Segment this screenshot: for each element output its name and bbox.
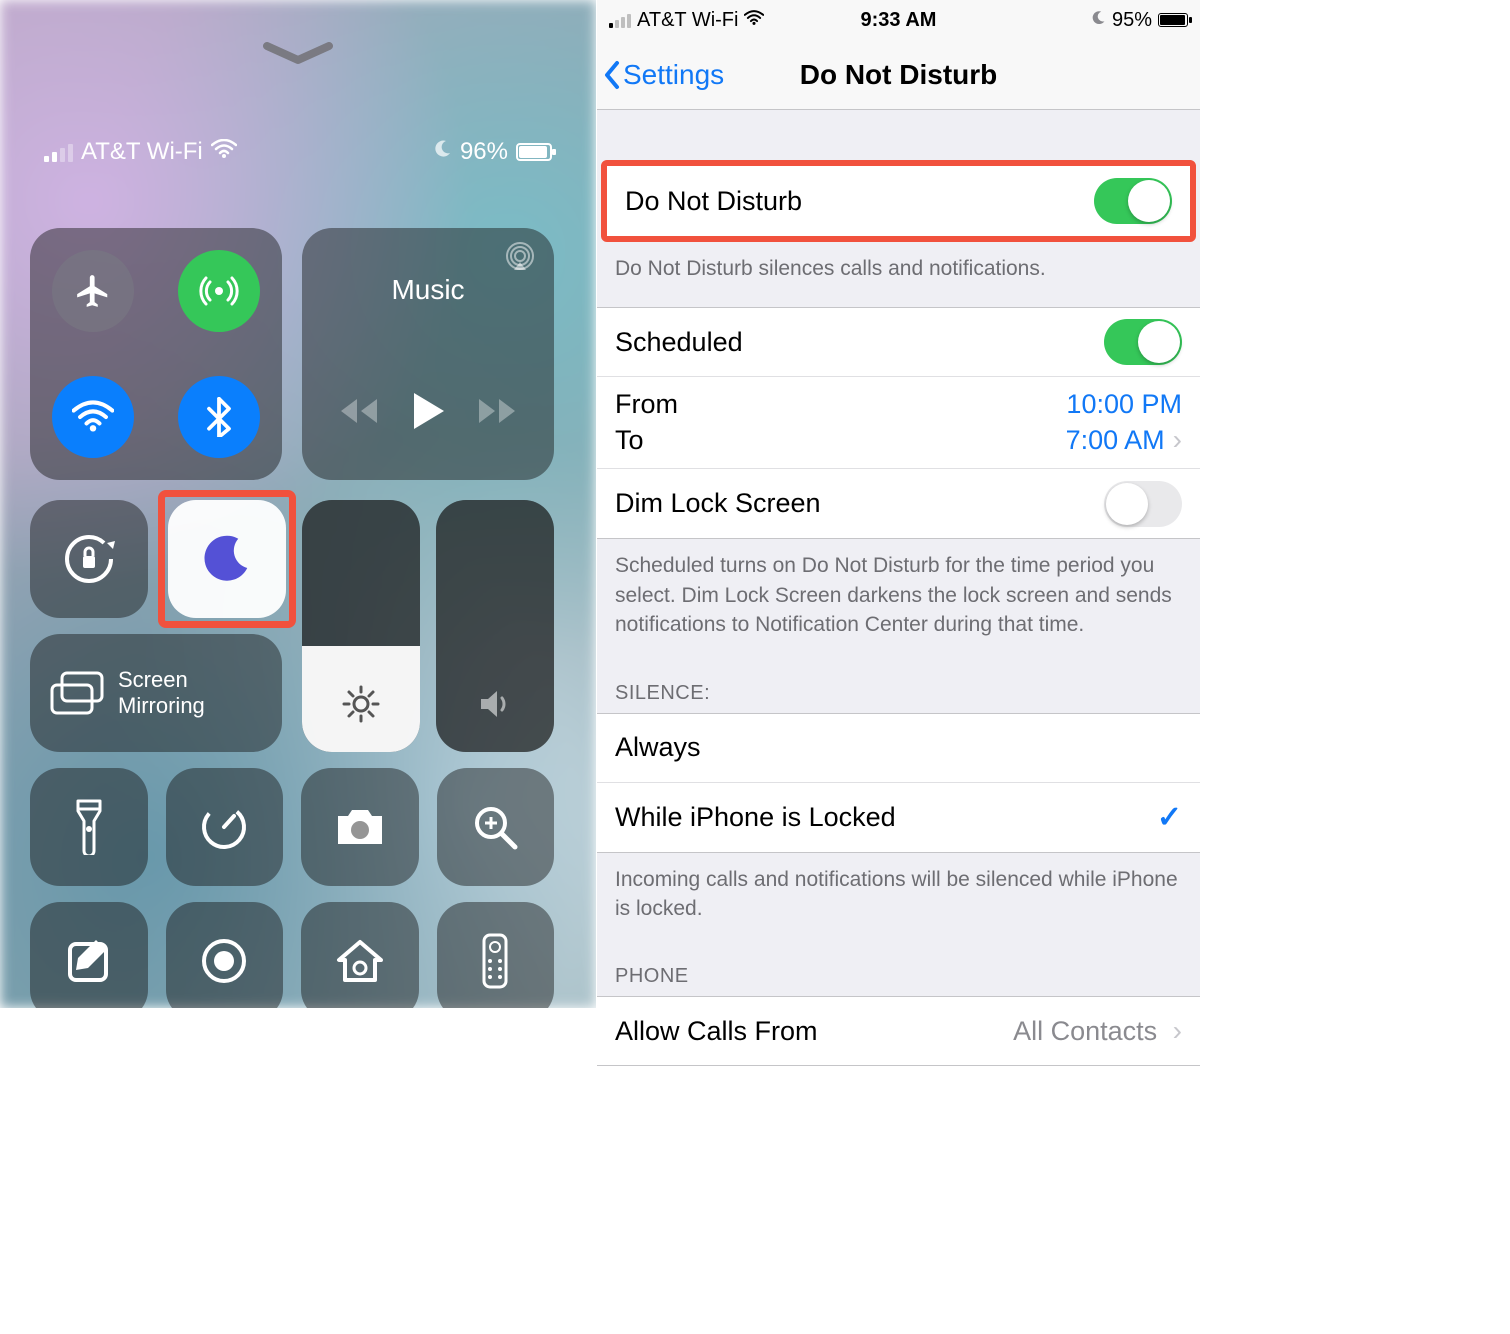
settings-screenshot: AT&T Wi-Fi 9:33 AM 95% Settings Do Not D… xyxy=(596,0,1200,1008)
airplay-icon[interactable] xyxy=(504,242,536,279)
to-label: To xyxy=(615,425,644,456)
scheduled-cell[interactable]: Scheduled xyxy=(597,307,1200,377)
allow-calls-cell[interactable]: Allow Calls From All Contacts › xyxy=(597,996,1200,1066)
checkmark-icon: ✓ xyxy=(1157,800,1182,835)
flashlight-button[interactable] xyxy=(30,768,148,886)
dim-lock-screen-cell[interactable]: Dim Lock Screen xyxy=(597,469,1200,539)
play-icon[interactable] xyxy=(410,391,446,436)
cc-collapse-chevron-icon[interactable] xyxy=(30,0,566,68)
moon-icon xyxy=(1090,9,1106,32)
phone-header: PHONE xyxy=(597,947,1200,996)
screen-mirroring-label-2: Mirroring xyxy=(118,693,205,719)
sun-icon xyxy=(302,684,420,724)
dnd-switch[interactable] xyxy=(1094,178,1172,224)
scheduled-label: Scheduled xyxy=(615,327,743,358)
silence-footer: Incoming calls and notifications will be… xyxy=(597,853,1200,948)
chevron-left-icon xyxy=(603,60,621,90)
screen-mirroring-label-1: Screen xyxy=(118,667,205,693)
silence-header: SILENCE: xyxy=(597,664,1200,713)
magnifier-button[interactable] xyxy=(437,768,555,886)
cellular-data-button[interactable] xyxy=(178,250,260,332)
control-center-screenshot: AT&T Wi-Fi 96% xyxy=(0,0,596,1008)
silence-locked-label: While iPhone is Locked xyxy=(615,802,896,833)
status-bar: AT&T Wi-Fi 9:33 AM 95% xyxy=(597,0,1200,40)
back-label: Settings xyxy=(623,59,724,91)
dnd-highlight-box: Do Not Disturb xyxy=(601,160,1196,242)
speaker-icon xyxy=(436,684,554,724)
fast-forward-icon[interactable] xyxy=(477,397,517,430)
notes-button[interactable] xyxy=(30,902,148,1008)
screen-mirroring-icon xyxy=(50,671,104,715)
silence-locked-cell[interactable]: While iPhone is Locked ✓ xyxy=(597,783,1200,853)
from-label: From xyxy=(615,389,678,420)
dim-label: Dim Lock Screen xyxy=(615,488,821,519)
orientation-lock-button[interactable] xyxy=(30,500,148,618)
to-value: 7:00 AM xyxy=(1066,425,1165,456)
battery-icon xyxy=(516,143,552,161)
battery-percent: 96% xyxy=(460,138,508,166)
silence-always-cell[interactable]: Always xyxy=(597,713,1200,783)
carrier-label: AT&T Wi-Fi xyxy=(637,9,738,32)
wifi-icon xyxy=(211,138,237,166)
airplane-mode-button[interactable] xyxy=(52,250,134,332)
back-button[interactable]: Settings xyxy=(597,59,724,91)
signal-bars-icon xyxy=(609,12,631,28)
dnd-toggle-cell[interactable]: Do Not Disturb xyxy=(607,166,1190,236)
camera-button[interactable] xyxy=(301,768,419,886)
apple-tv-remote-button[interactable] xyxy=(437,902,555,1008)
battery-percent: 95% xyxy=(1112,9,1152,32)
music-tile[interactable]: Music xyxy=(302,228,554,480)
nav-bar: Settings Do Not Disturb xyxy=(597,40,1200,110)
rewind-icon[interactable] xyxy=(339,397,379,430)
dnd-highlight-box xyxy=(158,490,296,628)
wifi-button[interactable] xyxy=(52,376,134,458)
battery-icon xyxy=(1158,13,1188,27)
from-value: 10:00 PM xyxy=(1066,389,1182,420)
signal-bars-icon xyxy=(44,142,73,162)
schedule-time-cell[interactable]: From 10:00 PM To 7:00 AM › xyxy=(597,377,1200,469)
connectivity-tile[interactable] xyxy=(30,228,282,480)
scheduled-footer: Scheduled turns on Do Not Disturb for th… xyxy=(597,539,1200,663)
brightness-slider[interactable] xyxy=(302,500,420,752)
cc-status-bar: AT&T Wi-Fi 96% xyxy=(30,68,566,166)
home-button[interactable] xyxy=(301,902,419,1008)
allow-calls-value: All Contacts xyxy=(1013,1016,1157,1046)
bluetooth-button[interactable] xyxy=(178,376,260,458)
chevron-right-icon: › xyxy=(1173,424,1182,456)
do-not-disturb-button[interactable] xyxy=(168,500,286,618)
allow-calls-label: Allow Calls From xyxy=(615,1016,818,1047)
moon-icon xyxy=(200,532,254,586)
dnd-label: Do Not Disturb xyxy=(625,186,802,217)
scheduled-switch[interactable] xyxy=(1104,319,1182,365)
silence-always-label: Always xyxy=(615,732,701,763)
dim-switch[interactable] xyxy=(1104,481,1182,527)
screen-record-button[interactable] xyxy=(166,902,284,1008)
dnd-footer: Do Not Disturb silences calls and notifi… xyxy=(597,242,1200,307)
timer-button[interactable] xyxy=(166,768,284,886)
chevron-right-icon: › xyxy=(1173,1015,1182,1046)
wifi-icon xyxy=(744,9,764,32)
screen-mirroring-button[interactable]: Screen Mirroring xyxy=(30,634,282,752)
volume-slider[interactable] xyxy=(436,500,554,752)
moon-icon xyxy=(432,138,452,166)
carrier-label: AT&T Wi-Fi xyxy=(81,138,203,166)
